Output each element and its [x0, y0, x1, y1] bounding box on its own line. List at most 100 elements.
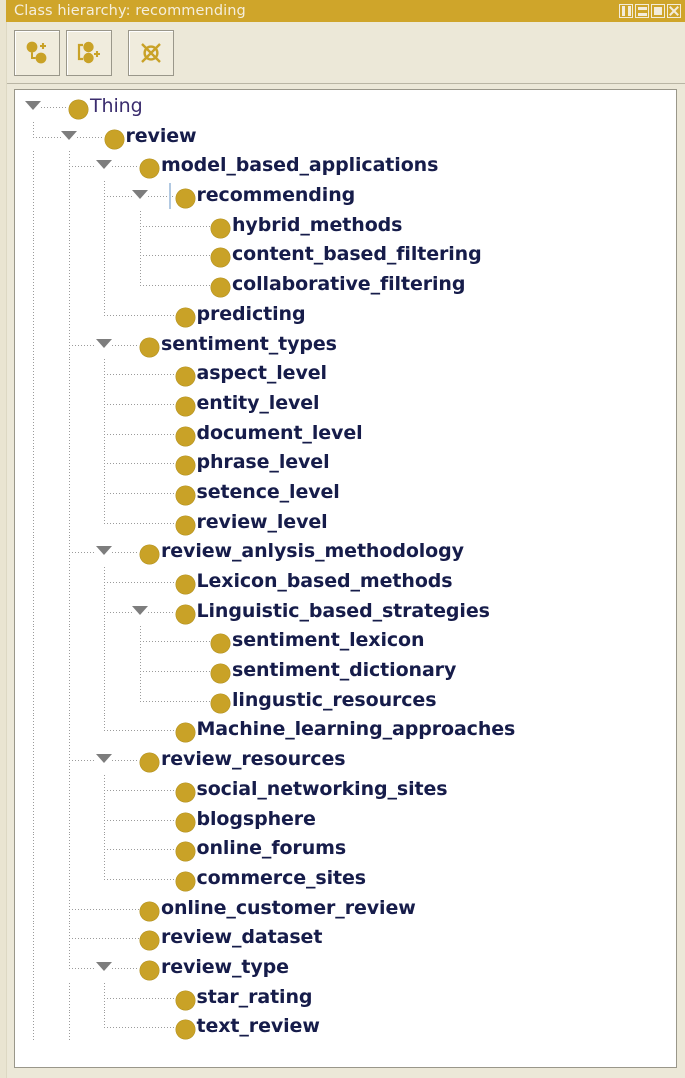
class-node-icon[interactable]	[175, 723, 195, 743]
add-subclass-button[interactable]	[14, 29, 60, 76]
tree-row[interactable]: online_forums	[15, 834, 676, 864]
class-node-icon[interactable]	[69, 100, 88, 119]
class-node-label[interactable]: text_review	[197, 1012, 320, 1042]
tree-row[interactable]: review_anlysis_methodology	[15, 537, 676, 567]
tree-row[interactable]: document_level	[15, 418, 676, 449]
tree-row[interactable]: review_dataset	[15, 923, 676, 953]
expand-collapse-triangle-icon[interactable]	[131, 605, 148, 615]
class-node-label[interactable]: collaborative_filtering	[232, 270, 465, 300]
class-node-label[interactable]: review_dataset	[161, 923, 322, 953]
tree-row[interactable]: sentiment_lexicon	[15, 626, 676, 657]
tree-row[interactable]: social_networking_sites	[15, 774, 676, 805]
tree-row[interactable]: entity_level	[15, 388, 676, 419]
tree-row[interactable]: blogsphere	[15, 804, 676, 835]
class-node-label[interactable]: predicting	[197, 300, 306, 330]
tree-row[interactable]: Machine_learning_approaches	[15, 715, 676, 746]
class-node-icon[interactable]	[175, 396, 195, 416]
class-node-icon[interactable]	[175, 515, 195, 535]
class-node-label[interactable]: hybrid_methods	[232, 211, 402, 241]
class-node-label[interactable]: model_based_applications	[161, 151, 438, 181]
tree-row[interactable]: content_based_filtering	[15, 240, 676, 271]
tree-row[interactable]: model_based_applications	[15, 151, 676, 182]
class-node-icon[interactable]	[175, 871, 195, 891]
split-view-icon[interactable]	[619, 4, 633, 18]
expand-collapse-triangle-icon[interactable]	[96, 338, 112, 348]
class-node-icon[interactable]	[175, 1020, 195, 1040]
class-node-label[interactable]: Machine_learning_approaches	[197, 715, 516, 745]
expand-collapse-triangle-icon[interactable]	[60, 130, 77, 140]
tree-row[interactable]: review_level	[15, 507, 676, 538]
class-node-label[interactable]: Thing	[90, 92, 143, 122]
expand-collapse-triangle-icon[interactable]	[25, 101, 41, 110]
class-node-icon[interactable]	[140, 159, 159, 179]
tree-row[interactable]: text_review	[15, 1012, 676, 1042]
class-node-icon[interactable]	[175, 990, 195, 1010]
tree-row[interactable]: hybrid_methods	[15, 210, 676, 241]
class-node-label[interactable]: aspect_level	[197, 359, 328, 389]
expand-collapse-triangle-icon[interactable]	[96, 961, 112, 971]
tree-row[interactable]: predicting	[15, 299, 676, 330]
class-node-label[interactable]: sentiment_types	[161, 330, 337, 360]
expand-collapse-triangle-icon[interactable]	[96, 546, 112, 556]
class-node-label[interactable]: document_level	[197, 419, 363, 449]
class-node-icon[interactable]	[175, 485, 195, 505]
class-node-icon[interactable]	[140, 753, 159, 773]
class-node-label[interactable]: Lexicon_based_methods	[197, 567, 453, 597]
expand-collapse-triangle-icon[interactable]	[96, 754, 112, 764]
tree-row[interactable]: review_resources	[15, 745, 676, 775]
class-node-icon[interactable]	[140, 931, 159, 951]
tree-row[interactable]: star_rating	[15, 982, 676, 1013]
class-node-icon[interactable]	[175, 367, 195, 387]
class-node-label[interactable]: review	[126, 122, 197, 152]
tree-row[interactable]: commerce_sites	[15, 863, 676, 894]
tree-row[interactable]: collaborative_filtering	[15, 270, 676, 300]
class-node-icon[interactable]	[175, 604, 195, 624]
class-node-icon[interactable]	[140, 901, 159, 921]
class-node-label[interactable]: commerce_sites	[197, 864, 367, 894]
tree-row[interactable]: recommending	[15, 181, 676, 211]
class-node-icon[interactable]	[175, 782, 195, 802]
tree-row[interactable]: Linguistic_based_strategies	[15, 596, 676, 627]
class-node-label[interactable]: sentiment_lexicon	[232, 626, 425, 656]
tree-row[interactable]: review	[15, 121, 676, 152]
class-node-label[interactable]: review_level	[197, 508, 328, 538]
class-node-icon[interactable]	[211, 278, 230, 298]
delete-class-button[interactable]	[128, 29, 174, 76]
class-node-label[interactable]: blogsphere	[197, 805, 316, 835]
class-node-icon[interactable]	[211, 693, 230, 713]
class-node-label[interactable]: recommending	[197, 181, 356, 211]
class-hierarchy-tree-panel[interactable]: Thing review model_based_applications recom…	[14, 89, 677, 1068]
tree-row[interactable]: setence_level	[15, 477, 676, 508]
class-node-icon[interactable]	[175, 189, 195, 209]
class-node-label[interactable]: setence_level	[197, 478, 340, 508]
expand-collapse-triangle-icon[interactable]	[96, 160, 112, 170]
class-node-label[interactable]: review_resources	[161, 745, 346, 775]
close-icon[interactable]	[667, 4, 681, 18]
tree-row[interactable]: online_customer_review	[15, 893, 676, 924]
class-node-icon[interactable]	[175, 812, 195, 832]
class-node-label[interactable]: review_type	[161, 953, 289, 983]
tree-row[interactable]: aspect_level	[15, 359, 676, 389]
class-node-icon[interactable]	[175, 307, 195, 327]
class-node-label[interactable]: lingustic_resources	[232, 686, 437, 716]
class-node-icon[interactable]	[140, 337, 159, 357]
class-node-label[interactable]: online_customer_review	[161, 894, 416, 924]
class-node-label[interactable]: Linguistic_based_strategies	[197, 597, 490, 627]
class-node-icon[interactable]	[211, 248, 230, 268]
minimize-icon[interactable]	[635, 4, 649, 18]
class-node-icon[interactable]	[175, 456, 195, 476]
class-node-label[interactable]: content_based_filtering	[232, 240, 482, 270]
maximize-icon[interactable]	[651, 4, 665, 18]
expand-collapse-triangle-icon[interactable]	[131, 190, 148, 200]
tree-row[interactable]: sentiment_dictionary	[15, 656, 676, 686]
tree-row[interactable]: sentiment_types	[15, 329, 676, 360]
class-node-icon[interactable]	[175, 842, 195, 862]
class-node-label[interactable]: phrase_level	[197, 448, 330, 478]
class-node-label[interactable]: review_anlysis_methodology	[161, 537, 464, 567]
class-node-label[interactable]: star_rating	[197, 983, 313, 1013]
tree-row[interactable]: phrase_level	[15, 448, 676, 478]
class-node-label[interactable]: social_networking_sites	[197, 775, 448, 805]
add-sibling-class-button[interactable]	[66, 29, 112, 76]
tree-row[interactable]: Lexicon_based_methods	[15, 567, 676, 597]
class-node-icon[interactable]	[211, 664, 230, 684]
